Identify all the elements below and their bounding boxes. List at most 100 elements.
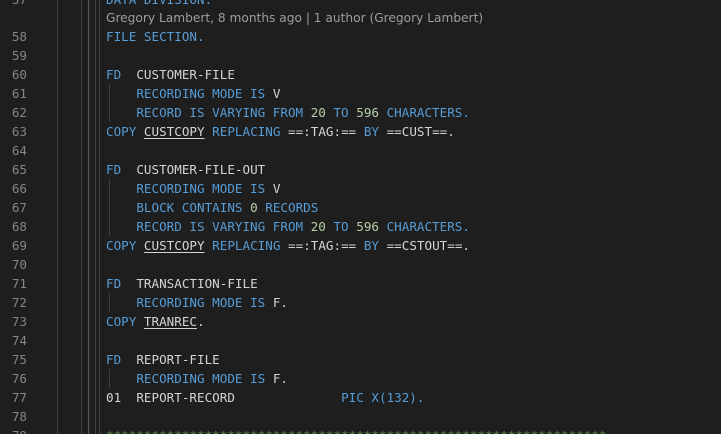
code-text: COPY CUSTCOPY REPLACING ==:TAG:== BY ==C… bbox=[106, 122, 455, 141]
code-token: CHARACTERS. bbox=[378, 219, 470, 234]
code-line[interactable]: 70 bbox=[0, 255, 721, 274]
code-line[interactable]: 75 FD REPORT-FILE bbox=[0, 350, 721, 369]
code-token: ==:TAG:== bbox=[288, 124, 357, 139]
line-number: 59 bbox=[11, 48, 27, 63]
code-token: 0 bbox=[250, 200, 258, 215]
code-line[interactable]: 61 RECORDING MODE IS V bbox=[0, 84, 721, 103]
code-text: RECORD IS VARYING FROM 20 TO 596 CHARACT… bbox=[106, 103, 470, 122]
line-number: 60 bbox=[11, 67, 27, 82]
code-token: FD bbox=[106, 67, 122, 82]
inner-indent-guide bbox=[109, 84, 110, 103]
code-token: RECORDING MODE IS bbox=[106, 86, 273, 101]
line-number: 62 bbox=[11, 105, 27, 120]
code-token: ==CSTOUT==. bbox=[386, 238, 470, 253]
code-token: 20 bbox=[310, 219, 326, 234]
line-number: 70 bbox=[11, 257, 27, 272]
line-number: 66 bbox=[11, 181, 27, 196]
code-token: . bbox=[197, 314, 205, 329]
code-line[interactable]: 66 RECORDING MODE IS V bbox=[0, 179, 721, 198]
code-token: CHARACTERS. bbox=[378, 105, 470, 120]
copybook-link[interactable]: CUSTCOPY bbox=[144, 238, 205, 253]
copybook-link[interactable]: CUSTCOPY bbox=[144, 124, 205, 139]
code-token: TO bbox=[325, 105, 357, 120]
code-token: BY bbox=[356, 238, 387, 253]
code-token: REPORT-FILE bbox=[121, 352, 220, 367]
code-token: RECORD IS VARYING FROM bbox=[106, 219, 311, 234]
code-token: BLOCK CONTAINS bbox=[106, 200, 251, 215]
code-token: REPORT-RECORD bbox=[121, 390, 342, 405]
inner-indent-guide bbox=[109, 103, 110, 122]
line-number: 61 bbox=[11, 86, 27, 101]
inner-indent-guide bbox=[109, 369, 110, 388]
code-text: FILE SECTION. bbox=[106, 27, 205, 46]
code-line[interactable]: 78 bbox=[0, 407, 721, 426]
code-token: TO bbox=[325, 219, 357, 234]
code-token: V bbox=[272, 181, 281, 196]
line-number: 58 bbox=[11, 29, 27, 44]
line-number: 78 bbox=[11, 409, 27, 424]
code-token: COPY bbox=[106, 238, 144, 253]
code-line[interactable]: 65 FD CUSTOMER-FILE-OUT bbox=[0, 160, 721, 179]
code-line[interactable]: 58 FILE SECTION. bbox=[0, 27, 721, 46]
code-token: FD bbox=[106, 352, 122, 367]
code-text: FD CUSTOMER-FILE-OUT bbox=[106, 160, 265, 179]
code-token: RECORDS bbox=[257, 200, 319, 215]
line-number: 71 bbox=[11, 276, 27, 291]
code-token: RECORD IS VARYING FROM bbox=[106, 105, 311, 120]
line-number: 57 bbox=[0, 0, 27, 9]
line-number: 67 bbox=[11, 200, 27, 215]
line-number: 72 bbox=[11, 295, 27, 310]
code-line[interactable]: 60 FD CUSTOMER-FILE bbox=[0, 65, 721, 84]
code-line[interactable]: 62 RECORD IS VARYING FROM 20 TO 596 CHAR… bbox=[0, 103, 721, 122]
code-token: V bbox=[272, 86, 281, 101]
code-text: FD TRANSACTION-FILE bbox=[106, 274, 258, 293]
line-number: 77 bbox=[11, 390, 27, 405]
inner-indent-guide bbox=[109, 198, 110, 217]
code-line[interactable]: 59 bbox=[0, 46, 721, 65]
code-token: REPLACING bbox=[204, 238, 288, 253]
code-line[interactable]: 79 **************************************… bbox=[0, 426, 721, 434]
code-text: RECORDING MODE IS F. bbox=[106, 293, 288, 312]
line-number: 63 bbox=[11, 124, 27, 139]
code-line[interactable]: 71 FD TRANSACTION-FILE bbox=[0, 274, 721, 293]
code-text: RECORDING MODE IS V bbox=[106, 84, 280, 103]
inner-indent-guide bbox=[109, 217, 110, 236]
code-editor[interactable]: 57 DATA DIVISION. 58 FILE SECTION. 59 60 FD CU… bbox=[0, 0, 721, 434]
code-line[interactable]: 68 RECORD IS VARYING FROM 20 TO 596 CHAR… bbox=[0, 217, 721, 236]
code-text: COPY TRANREC. bbox=[106, 312, 205, 331]
code-line[interactable]: 74 bbox=[0, 331, 721, 350]
code-token: COPY bbox=[106, 314, 144, 329]
code-line[interactable]: 76 RECORDING MODE IS F. bbox=[0, 369, 721, 388]
code-token: ==:TAG:== bbox=[288, 238, 357, 253]
code-line[interactable]: 57 DATA DIVISION. bbox=[0, 0, 721, 9]
git-blame-annotation[interactable]: Gregory Lambert, 8 months ago | 1 author… bbox=[106, 9, 483, 28]
code-token: F. bbox=[272, 371, 288, 386]
code-token: 01 bbox=[106, 390, 122, 405]
code-text: COPY CUSTCOPY REPLACING ==:TAG:== BY ==C… bbox=[106, 236, 470, 255]
line-number: 76 bbox=[11, 371, 27, 386]
code-line[interactable]: 67 BLOCK CONTAINS 0 RECORDS bbox=[0, 198, 721, 217]
code-token: BY bbox=[356, 124, 387, 139]
code-token: 20 bbox=[310, 105, 326, 120]
code-text: RECORDING MODE IS V bbox=[106, 179, 280, 198]
code-line[interactable]: 69 COPY CUSTCOPY REPLACING ==:TAG:== BY =… bbox=[0, 236, 721, 255]
code-line[interactable]: 77 01 REPORT-RECORD PIC X(132). bbox=[0, 388, 721, 407]
code-line[interactable]: 63 COPY CUSTCOPY REPLACING ==:TAG:== BY =… bbox=[0, 122, 721, 141]
code-text: ****************************************… bbox=[106, 426, 606, 434]
code-token: DATA DIVISION. bbox=[106, 0, 212, 7]
line-number: 65 bbox=[11, 162, 27, 177]
code-token: F. bbox=[272, 295, 288, 310]
line-number: 69 bbox=[11, 238, 27, 253]
code-text: DATA DIVISION. bbox=[106, 0, 212, 9]
copybook-link[interactable]: TRANREC bbox=[144, 314, 197, 329]
code-token: ==CUST==. bbox=[386, 124, 455, 139]
code-line[interactable]: 73 COPY TRANREC. bbox=[0, 312, 721, 331]
code-line[interactable]: 64 bbox=[0, 141, 721, 160]
code-token: TRANSACTION-FILE bbox=[121, 276, 258, 291]
code-token: PIC X(132). bbox=[341, 390, 425, 405]
code-token: FD bbox=[106, 162, 122, 177]
code-line[interactable]: 72 RECORDING MODE IS F. bbox=[0, 293, 721, 312]
code-token: REPLACING bbox=[204, 124, 288, 139]
code-token: FD bbox=[106, 276, 122, 291]
code-token: CUSTOMER-FILE-OUT bbox=[121, 162, 266, 177]
